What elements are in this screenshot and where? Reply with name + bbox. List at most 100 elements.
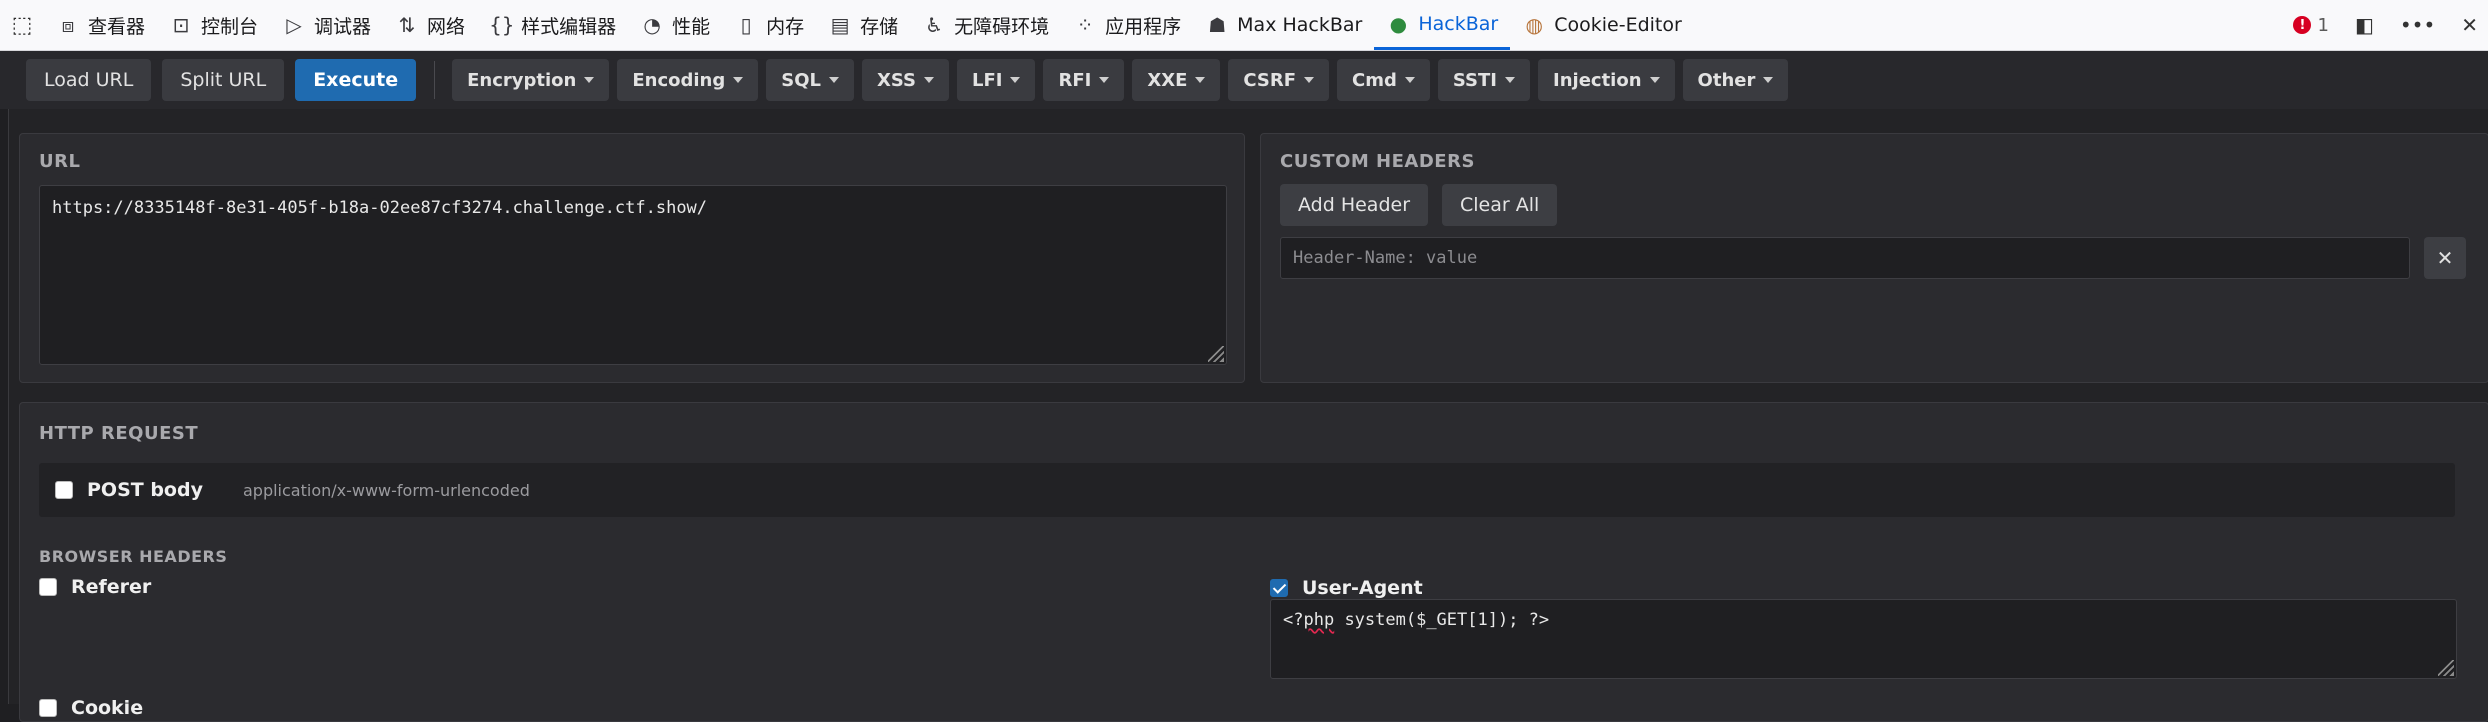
add-header-button[interactable]: Add Header (1280, 184, 1429, 226)
chevron-down-icon (584, 77, 595, 83)
close-devtools-icon[interactable]: ✕ (2461, 13, 2478, 37)
inspector-icon: ⧈ (61, 13, 75, 37)
post-body-checkbox[interactable] (55, 481, 73, 499)
chevron-down-icon (1010, 77, 1021, 83)
chevron-down-icon (1304, 77, 1315, 83)
menu-label: LFI (971, 69, 1003, 91)
devtools-tab-label: Max HackBar (1237, 14, 1363, 36)
hackbar-toolbar: Load URL Split URL Execute Encryption Enc… (0, 51, 2488, 109)
browser-headers-title: BROWSER HEADERS (39, 547, 228, 566)
menu-lfi[interactable]: LFI (956, 59, 1036, 101)
chevron-down-icon (923, 77, 934, 83)
post-body-label: POST body (87, 479, 203, 501)
content-type-label: application/x-www-form-urlencoded (242, 480, 530, 500)
hackbar-icon: ● (1389, 11, 1408, 36)
devtools-tab[interactable]: ▤ 存储 (816, 0, 910, 50)
custom-headers-title: CUSTOM HEADERS (1280, 151, 1475, 172)
menu-label: Encoding (632, 69, 726, 91)
chevron-down-icon (1099, 77, 1110, 83)
devtools-tab[interactable]: ▷ 调试器 (270, 0, 383, 50)
menu-injection[interactable]: Injection (1538, 59, 1675, 101)
devtools-tabs: ⧈ 查看器 ⊡ 控制台 ▷ 调试器 ⇅ 网络 {} 样式编辑器 ◔ 性能 ▯ 内存 ▤ 存储 ♿ 无障碍环境 ⁘ 应用… (44, 0, 1694, 50)
split-url-button[interactable]: Split URL (162, 59, 285, 101)
max-hackbar-icon: ☗ (1208, 13, 1227, 37)
devtools-tab[interactable]: ◔ 性能 (628, 0, 722, 50)
menu-rfi[interactable]: RFI (1043, 59, 1125, 101)
menu-sql[interactable]: SQL (766, 59, 854, 101)
http-request-panel: HTTP REQUEST POST body application/x-www… (19, 402, 2488, 722)
chevron-down-icon (1763, 77, 1774, 83)
referer-row: Referer (39, 576, 151, 598)
user-agent-checkbox[interactable] (1270, 579, 1288, 597)
menu-label: Injection (1553, 69, 1642, 91)
devtools-tab-label: 无障碍环境 (954, 15, 1050, 38)
devtools-tab[interactable]: ⊡ 控制台 (157, 0, 270, 50)
chevron-down-icon (733, 77, 744, 83)
more-options-icon[interactable]: ••• (2400, 13, 2435, 37)
network-icon: ⇅ (398, 13, 416, 37)
error-count: 1 (2317, 14, 2329, 36)
chevron-down-icon (828, 77, 839, 83)
url-textarea[interactable]: https://8335148f-8e31-405f-b18a-02ee87cf… (39, 185, 1227, 365)
chevron-down-icon (1195, 77, 1206, 83)
storage-icon: ▤ (830, 13, 850, 37)
devtools-tab[interactable]: ▯ 内存 (722, 0, 816, 50)
devtools-tab[interactable]: ◍ Cookie-Editor (1510, 0, 1694, 50)
devtools-tab[interactable]: ⁘ 应用程序 (1061, 0, 1193, 50)
menu-xss[interactable]: XSS (861, 59, 949, 101)
chevron-down-icon (1649, 77, 1660, 83)
menu-csrf[interactable]: CSRF (1228, 59, 1330, 101)
hackbar-main: URL https://8335148f-8e31-405f-b18a-02ee… (8, 109, 2488, 722)
header-input-placeholder: Header-Name: value (1293, 248, 1478, 268)
menu-cmd[interactable]: Cmd (1337, 59, 1430, 101)
menu-label: SQL (781, 69, 821, 91)
header-input[interactable]: Header-Name: value (1280, 237, 2410, 279)
menu-label: CSRF (1243, 69, 1297, 91)
toolbar-divider (434, 61, 436, 99)
devtools-tab[interactable]: {} 样式编辑器 (477, 0, 628, 50)
url-value: https://8335148f-8e31-405f-b18a-02ee87cf… (52, 198, 708, 218)
cookie-label: Cookie (71, 697, 144, 719)
element-picker-icon[interactable]: ⬚ (0, 0, 44, 50)
clear-all-button[interactable]: Clear All (1442, 184, 1558, 226)
toolbar-menus: Encryption Encoding SQL XSS LFI RFI XXE CSRF Cmd… (452, 59, 1796, 101)
menu-label: XSS (876, 69, 916, 91)
remove-header-button[interactable]: ✕ (2424, 237, 2466, 279)
chevron-down-icon (1404, 77, 1415, 83)
menu-label: XXE (1147, 69, 1188, 91)
resize-handle-icon[interactable] (2438, 660, 2454, 676)
devtools-tab[interactable]: ● HackBar (1374, 0, 1511, 50)
menu-encryption[interactable]: Encryption (452, 59, 610, 101)
devtools-tab[interactable]: ☗ Max HackBar (1193, 0, 1374, 50)
cookie-checkbox[interactable] (39, 699, 57, 717)
load-url-button[interactable]: Load URL (26, 59, 152, 101)
devtools-tab[interactable]: ♿ 无障碍环境 (910, 0, 1061, 50)
menu-label: RFI (1058, 69, 1092, 91)
menu-ssti[interactable]: SSTI (1437, 59, 1531, 101)
devtools-tab[interactable]: ⧈ 查看器 (44, 0, 157, 50)
cookie-icon: ◍ (1525, 13, 1543, 37)
application-icon: ⁘ (1076, 13, 1094, 37)
menu-other[interactable]: Other (1682, 59, 1789, 101)
devtools-tab-label: 控制台 (201, 15, 259, 38)
memory-icon: ▯ (740, 13, 752, 37)
execute-button[interactable]: Execute (295, 59, 417, 101)
menu-encoding[interactable]: Encoding (617, 59, 759, 101)
custom-headers-panel: CUSTOM HEADERS Add Header Clear All Head… (1260, 133, 2488, 383)
menu-label: Other (1697, 69, 1756, 91)
devtools-tab[interactable]: ⇅ 网络 (383, 0, 477, 50)
devtools-tab-label: 查看器 (88, 15, 146, 38)
devtools-tab-label: 应用程序 (1105, 15, 1182, 38)
menu-label: Cmd (1352, 69, 1397, 91)
error-icon: ! (2293, 16, 2312, 34)
user-agent-textarea[interactable]: <?php system($_GET[1]); ?> (1270, 599, 2457, 679)
devtools-tab-label: 性能 (672, 15, 711, 38)
devtools-right-controls: ! 1 ◧ ••• ✕ (2293, 0, 2478, 50)
resize-handle-icon[interactable] (1208, 346, 1224, 362)
error-indicator[interactable]: ! 1 (2293, 14, 2329, 36)
menu-xxe[interactable]: XXE (1132, 59, 1221, 101)
chevron-down-icon (1505, 77, 1516, 83)
dock-side-icon[interactable]: ◧ (2355, 13, 2374, 37)
referer-checkbox[interactable] (39, 578, 57, 596)
url-panel-title: URL (39, 151, 81, 172)
